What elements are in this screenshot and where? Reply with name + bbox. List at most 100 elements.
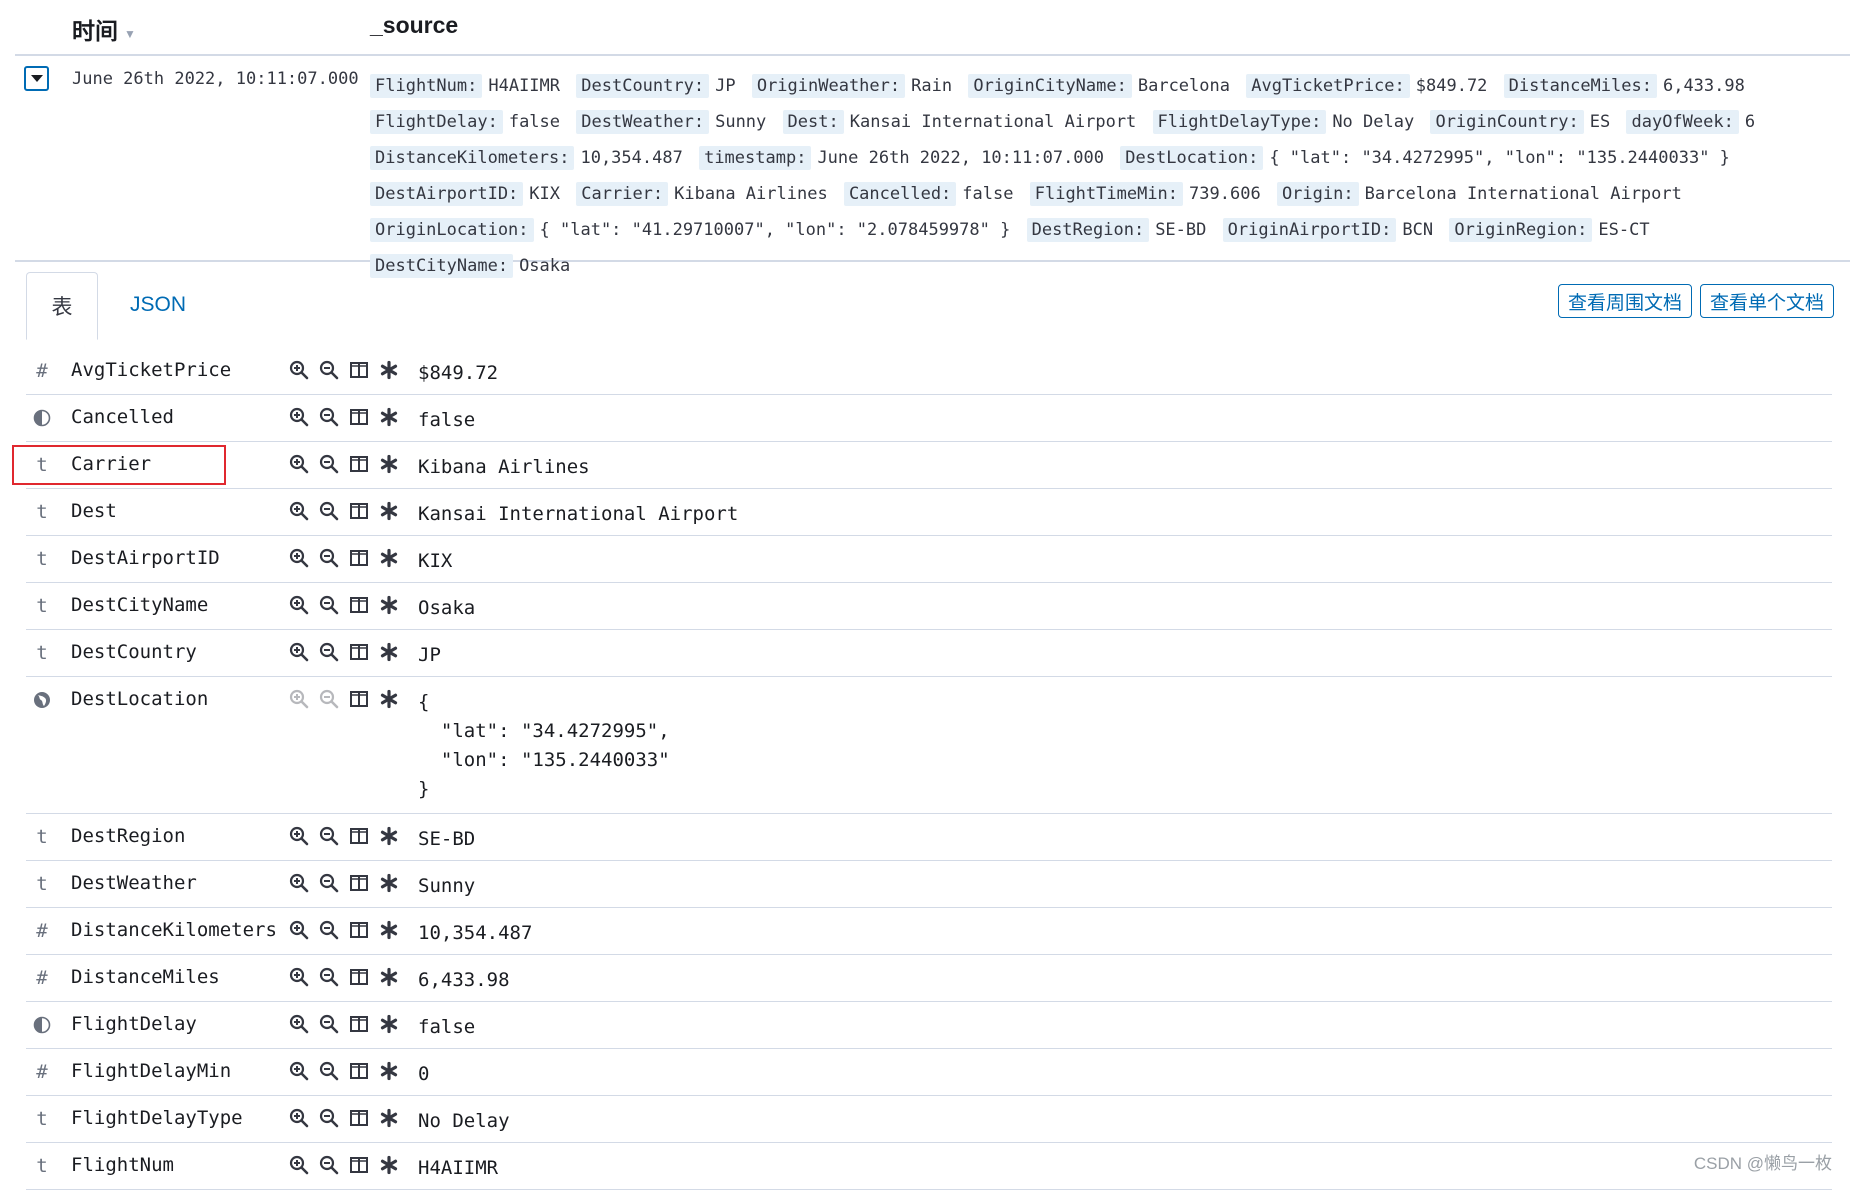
toggle-column-icon[interactable] [348,1013,370,1035]
filter-for-value-icon[interactable] [288,919,310,941]
toggle-column-icon[interactable] [348,641,370,663]
string-type-icon: t [36,501,48,523]
filter-exists-icon[interactable] [378,641,400,663]
filter-for-value-icon[interactable] [288,966,310,988]
filter-out-value-icon[interactable] [318,547,340,569]
field-name: DestRegion [71,825,186,847]
toggle-column-icon[interactable] [348,688,370,710]
filter-out-value-icon[interactable] [318,919,340,941]
chevron-down-icon [30,75,43,82]
toggle-column-icon[interactable] [348,547,370,569]
filter-out-value-icon[interactable] [318,641,340,663]
filter-exists-icon[interactable] [378,919,400,941]
string-type-icon: t [36,1108,48,1130]
filter-out-value-icon[interactable] [318,1107,340,1129]
string-type-icon: t [36,873,48,895]
field-actions [288,919,400,941]
source-pair: OriginLocation:{ "lat": "41.29710007", "… [370,218,1016,242]
filter-exists-icon[interactable] [378,453,400,475]
toggle-column-icon[interactable] [348,966,370,988]
source-key: DestLocation: [1120,146,1264,170]
filter-for-value-icon[interactable] [288,1154,310,1176]
filter-out-value-icon[interactable] [318,966,340,988]
filter-for-value-icon[interactable] [288,641,310,663]
source-pair: FlightNum: H4AIIMR [370,74,566,98]
toggle-column-icon[interactable] [348,825,370,847]
field-actions [288,825,400,847]
source-value: false [508,112,561,132]
toggle-column-icon[interactable] [348,359,370,381]
toggle-column-icon[interactable] [348,1107,370,1129]
toggle-column-icon[interactable] [348,406,370,428]
filter-for-value-icon[interactable] [288,594,310,616]
filter-exists-icon[interactable] [378,594,400,616]
source-key: FlightNum: [370,74,483,98]
filter-for-value-icon[interactable] [288,872,310,894]
filter-exists-icon[interactable] [378,359,400,381]
field-name: FlightDelayMin [71,1060,232,1082]
filter-exists-icon[interactable] [378,547,400,569]
filter-out-value-icon[interactable] [318,872,340,894]
filter-out-value-icon[interactable] [318,1154,340,1176]
filter-for-value-icon[interactable] [288,453,310,475]
expand-toggle-button[interactable] [24,66,49,91]
field-name: Carrier [71,453,152,475]
source-pair: DistanceMiles: 6,433.98 [1503,74,1751,98]
toggle-column-icon[interactable] [348,594,370,616]
source-key: Origin: [1276,182,1359,206]
sort-down-icon[interactable]: ▼ [124,27,136,41]
field-actions [288,688,400,710]
view-surrounding-docs-button[interactable]: 查看周围文档 [1558,284,1692,318]
toggle-column-icon[interactable] [348,919,370,941]
tab-table[interactable]: 表 [26,272,98,340]
toggle-column-icon[interactable] [348,872,370,894]
boolean-type-icon [32,1014,52,1036]
source-value: Kibana Airlines [674,184,828,204]
filter-exists-icon[interactable] [378,1107,400,1129]
filter-for-value-icon[interactable] [288,1107,310,1129]
filter-exists-icon[interactable] [378,688,400,710]
filter-exists-icon[interactable] [378,500,400,522]
view-single-doc-button[interactable]: 查看单个文档 [1700,284,1834,318]
source-value: JP [715,76,736,96]
filter-out-value-icon[interactable] [318,594,340,616]
filter-out-value-icon[interactable] [318,1060,340,1082]
field-row-flightdelay: FlightDelay false [26,1002,1832,1049]
filter-out-value-icon[interactable] [318,1013,340,1035]
filter-exists-icon[interactable] [378,966,400,988]
filter-exists-icon[interactable] [378,1013,400,1035]
field-value: false [418,409,476,431]
field-name: FlightDelayType [71,1107,243,1129]
field-table: # AvgTicketPrice $849.72 Cancelled false t Car… [26,348,1832,1190]
field-value: H4AIIMR [418,1157,499,1179]
filter-exists-icon[interactable] [378,406,400,428]
source-pair: DestRegion: SE-BD [1026,218,1213,242]
field-value: 10,354.487 [418,922,533,944]
filter-out-value-icon[interactable] [318,500,340,522]
filter-for-value-icon[interactable] [288,500,310,522]
toggle-column-icon[interactable] [348,1154,370,1176]
geo-type-icon [32,689,52,711]
filter-for-value-icon[interactable] [288,1013,310,1035]
filter-exists-icon[interactable] [378,872,400,894]
number-type-icon: # [36,1061,48,1083]
filter-out-value-icon[interactable] [318,825,340,847]
toggle-column-icon[interactable] [348,500,370,522]
filter-exists-icon[interactable] [378,1060,400,1082]
filter-for-value-icon[interactable] [288,825,310,847]
filter-exists-icon[interactable] [378,825,400,847]
number-type-icon: # [36,967,48,989]
tab-json[interactable]: JSON [118,272,198,338]
filter-for-value-icon[interactable] [288,1060,310,1082]
filter-for-value-icon[interactable] [288,547,310,569]
filter-exists-icon[interactable] [378,1154,400,1176]
field-value: Kibana Airlines [418,456,590,478]
filter-out-value-icon[interactable] [318,359,340,381]
toggle-column-icon[interactable] [348,1060,370,1082]
filter-for-value-icon[interactable] [288,406,310,428]
time-column-header[interactable]: 时间 ▼ [72,12,136,46]
filter-for-value-icon[interactable] [288,359,310,381]
toggle-column-icon[interactable] [348,453,370,475]
filter-out-value-icon[interactable] [318,406,340,428]
filter-out-value-icon[interactable] [318,453,340,475]
